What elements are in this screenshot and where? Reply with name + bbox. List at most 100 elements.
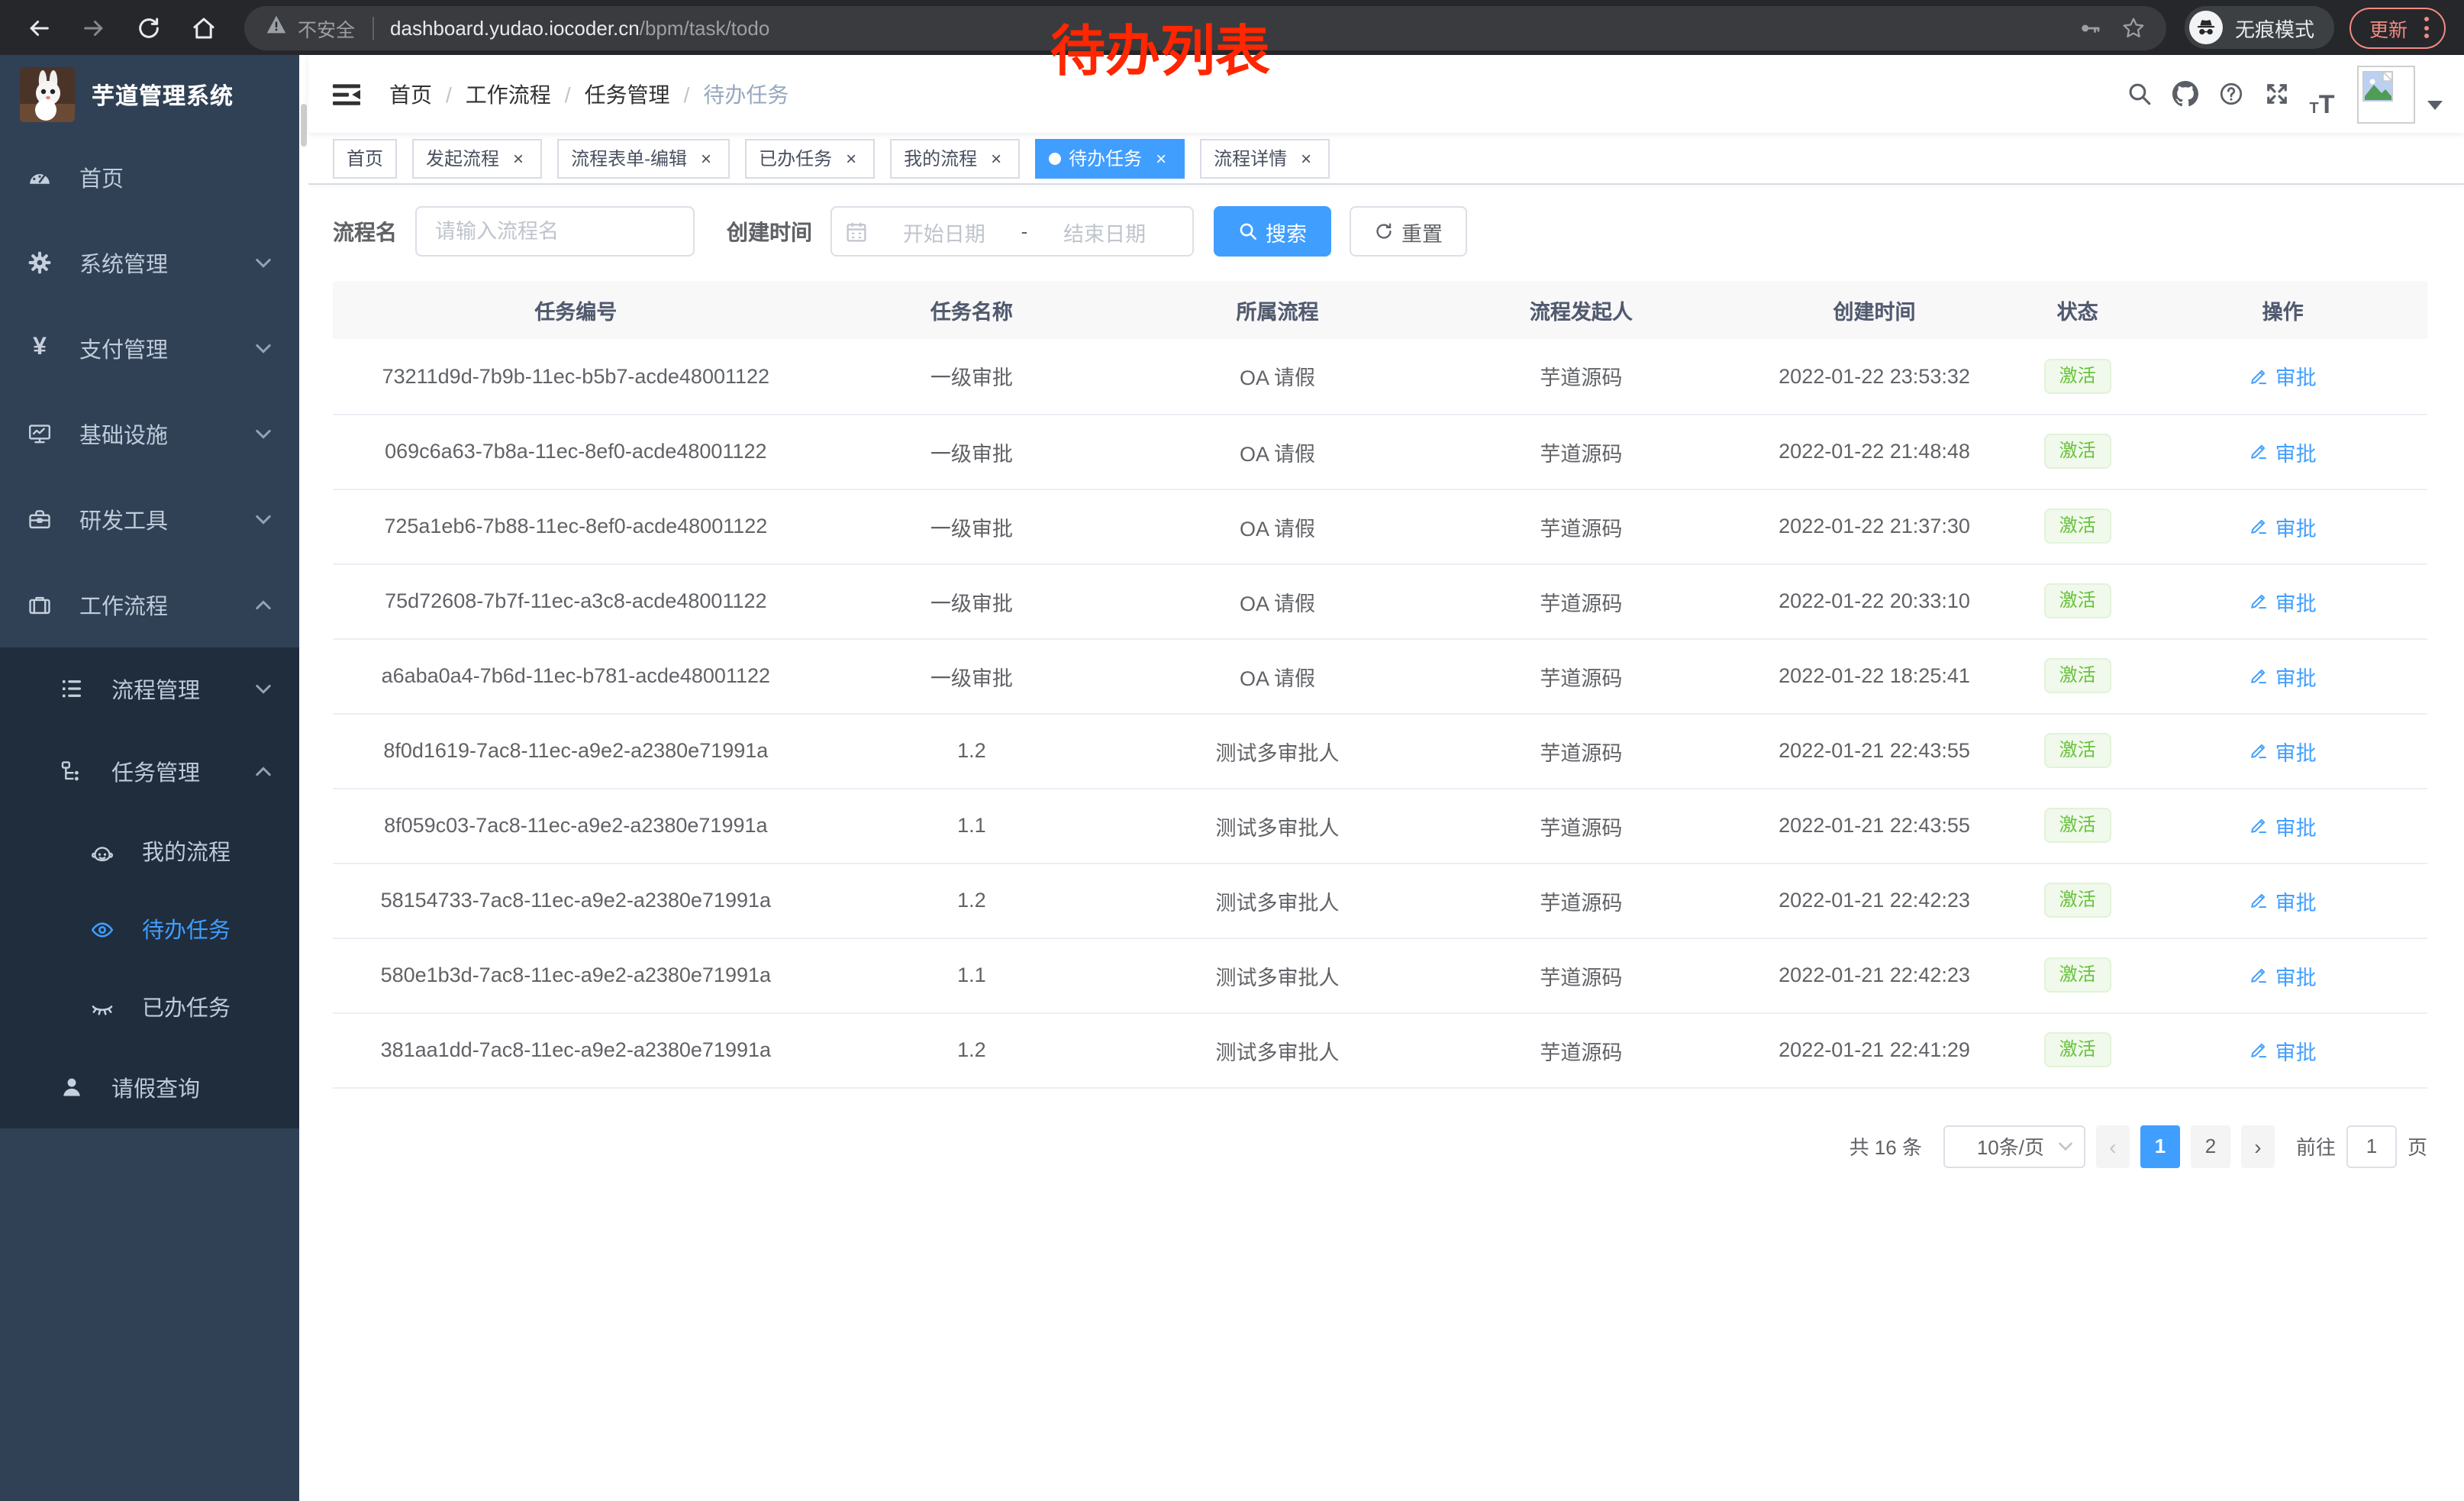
page-unit-label: 页 bbox=[2408, 1131, 2427, 1160]
breadcrumb-item[interactable]: 任务管理 bbox=[585, 79, 670, 109]
chevron-up-icon bbox=[255, 596, 272, 613]
prev-page-button[interactable]: ‹ bbox=[2096, 1125, 2130, 1167]
url-separator bbox=[372, 16, 373, 39]
approve-link[interactable]: 审批 bbox=[2250, 735, 2317, 766]
breadcrumb-item[interactable]: 首页 bbox=[389, 79, 432, 109]
page-button-1[interactable]: 1 bbox=[2140, 1125, 2180, 1167]
fullscreen-icon[interactable] bbox=[2253, 71, 2299, 117]
page-size-value: 10条/页 bbox=[1963, 1131, 2058, 1160]
tab-close-icon[interactable]: × bbox=[986, 148, 1006, 168]
reset-button-label: 重置 bbox=[1401, 216, 1443, 247]
goto-label: 前往 bbox=[2296, 1131, 2336, 1160]
sidebar-item-leave-query[interactable]: 请假查询 bbox=[0, 1046, 299, 1128]
sidebar-collapse-icon[interactable] bbox=[331, 79, 362, 109]
approve-link[interactable]: 审批 bbox=[2250, 436, 2317, 466]
search-icon[interactable] bbox=[2116, 71, 2162, 117]
help-icon[interactable] bbox=[2208, 71, 2253, 117]
tab-close-icon[interactable]: × bbox=[1296, 148, 1316, 168]
breadcrumb-item[interactable]: 工作流程 bbox=[466, 79, 551, 109]
sidebar-item-todo-tasks[interactable]: 待办任务 bbox=[0, 890, 299, 968]
tab-close-icon[interactable]: × bbox=[1151, 148, 1171, 168]
status-badge: 激活 bbox=[2044, 359, 2111, 394]
tab-close-icon[interactable]: × bbox=[841, 148, 861, 168]
approve-link[interactable]: 审批 bbox=[2250, 660, 2317, 691]
approve-link[interactable]: 审批 bbox=[2250, 361, 2317, 392]
col-task-name: 任务名称 bbox=[819, 281, 1125, 339]
bookmark-star-icon[interactable] bbox=[2122, 16, 2145, 39]
browser-update-button[interactable]: 更新 bbox=[2350, 7, 2446, 48]
col-process: 所属流程 bbox=[1124, 281, 1430, 339]
start-date-placeholder[interactable]: 开始日期 bbox=[870, 216, 1018, 247]
approve-link[interactable]: 审批 bbox=[2250, 586, 2317, 616]
font-size-icon[interactable]: TT bbox=[2299, 71, 2345, 117]
search-button[interactable]: 搜索 bbox=[1214, 206, 1331, 257]
status-badge: 激活 bbox=[2044, 883, 2111, 918]
update-label[interactable]: 更新 bbox=[2369, 13, 2408, 42]
sidebar-logo-row[interactable]: 芋道管理系统 bbox=[0, 55, 299, 134]
create-time-label: 创建时间 bbox=[727, 216, 812, 247]
tab-process-detail[interactable]: 流程详情× bbox=[1200, 138, 1330, 178]
sidebar-item-workflow[interactable]: 工作流程 bbox=[0, 562, 299, 647]
process-name-input[interactable] bbox=[415, 206, 695, 257]
tab-close-icon[interactable]: × bbox=[696, 148, 716, 168]
sidebar-item-system[interactable]: 系统管理 bbox=[0, 220, 299, 305]
tab-my-process[interactable]: 我的流程× bbox=[890, 138, 1020, 178]
tab-start-process[interactable]: 发起流程× bbox=[412, 138, 542, 178]
github-icon[interactable] bbox=[2162, 71, 2208, 117]
approve-link[interactable]: 审批 bbox=[2250, 960, 2317, 990]
password-key-icon[interactable] bbox=[2078, 16, 2101, 39]
browser-refresh-icon[interactable] bbox=[125, 5, 171, 50]
url-path[interactable]: /bpm/task/todo bbox=[640, 16, 770, 39]
screen: 不安全 dashboard.yudao.iocoder.cn/bpm/task/… bbox=[0, 0, 2464, 1501]
sidebar-item-label: 首页 bbox=[79, 161, 272, 193]
sidebar-item-done-tasks[interactable]: 已办任务 bbox=[0, 968, 299, 1046]
col-starter: 流程发起人 bbox=[1430, 281, 1732, 339]
reset-button[interactable]: 重置 bbox=[1350, 206, 1467, 257]
end-date-placeholder[interactable]: 结束日期 bbox=[1030, 216, 1179, 247]
sidebar-item-process-management[interactable]: 流程管理 bbox=[0, 647, 299, 730]
table-row: 75d72608-7b7f-11ec-a3c8-acde48001122一级审批… bbox=[333, 563, 2427, 638]
goto-page-input[interactable] bbox=[2346, 1125, 2397, 1167]
sidebar-item-home[interactable]: 首页 bbox=[0, 134, 299, 220]
breadcrumb-separator: / bbox=[446, 82, 452, 106]
task-table: 任务编号 任务名称 所属流程 流程发起人 创建时间 状态 操作 73211d9d… bbox=[333, 281, 2427, 1088]
tags-view-bar: 首页 发起流程× 流程表单-编辑× 已办任务× 我的流程× 待办任务× 流程详情… bbox=[308, 133, 2464, 185]
sidebar-item-task-management[interactable]: 任务管理 bbox=[0, 730, 299, 812]
page-button-2[interactable]: 2 bbox=[2191, 1125, 2230, 1167]
browser-menu-icon[interactable] bbox=[2421, 14, 2432, 41]
table-row: 580e1b3d-7ac8-11ec-a9e2-a2380e71991a1.1测… bbox=[333, 938, 2427, 1012]
url-host[interactable]: dashboard.yudao.iocoder.cn bbox=[390, 16, 640, 39]
date-range-picker[interactable]: 开始日期 - 结束日期 bbox=[830, 206, 1194, 257]
sidebar-item-payment[interactable]: ¥ 支付管理 bbox=[0, 305, 299, 391]
avatar-caret-down-icon[interactable] bbox=[2427, 100, 2443, 109]
tab-done-tasks[interactable]: 已办任务× bbox=[745, 138, 875, 178]
tab-process-form-edit[interactable]: 流程表单-编辑× bbox=[557, 138, 730, 178]
approve-link[interactable]: 审批 bbox=[2250, 810, 2317, 841]
page-size-select[interactable]: 10条/页 bbox=[1943, 1125, 2085, 1167]
not-secure-warning-icon[interactable] bbox=[266, 13, 287, 42]
tab-todo-tasks[interactable]: 待办任务× bbox=[1035, 138, 1185, 178]
sidebar-scrollbar[interactable] bbox=[299, 55, 308, 1501]
next-page-button[interactable]: › bbox=[2241, 1125, 2275, 1167]
status-badge: 激活 bbox=[2044, 957, 2111, 993]
total-count-label: 共 16 条 bbox=[1850, 1131, 1922, 1160]
security-label[interactable]: 不安全 bbox=[298, 13, 355, 42]
col-actions: 操作 bbox=[2138, 281, 2427, 339]
browser-home-icon[interactable] bbox=[180, 5, 226, 50]
sidebar-item-label: 基础设施 bbox=[79, 418, 255, 450]
approve-link[interactable]: 审批 bbox=[2250, 511, 2317, 541]
approve-link[interactable]: 审批 bbox=[2250, 1035, 2317, 1065]
avatar[interactable] bbox=[2357, 65, 2415, 123]
app-title: 芋道管理系统 bbox=[92, 79, 234, 111]
sidebar-item-infrastructure[interactable]: 基础设施 bbox=[0, 391, 299, 476]
chevron-up-icon bbox=[255, 763, 272, 780]
browser-back-icon[interactable] bbox=[15, 5, 61, 50]
briefcase-icon bbox=[26, 592, 53, 617]
sidebar-item-my-process[interactable]: 我的流程 bbox=[0, 812, 299, 890]
sidebar-item-devtools[interactable]: 研发工具 bbox=[0, 476, 299, 562]
browser-forward-icon[interactable] bbox=[70, 5, 116, 50]
table-row: 725a1eb6-7b88-11ec-8ef0-acde48001122一级审批… bbox=[333, 489, 2427, 563]
tab-home[interactable]: 首页 bbox=[333, 138, 397, 178]
approve-link[interactable]: 审批 bbox=[2250, 885, 2317, 915]
tab-close-icon[interactable]: × bbox=[508, 148, 528, 168]
